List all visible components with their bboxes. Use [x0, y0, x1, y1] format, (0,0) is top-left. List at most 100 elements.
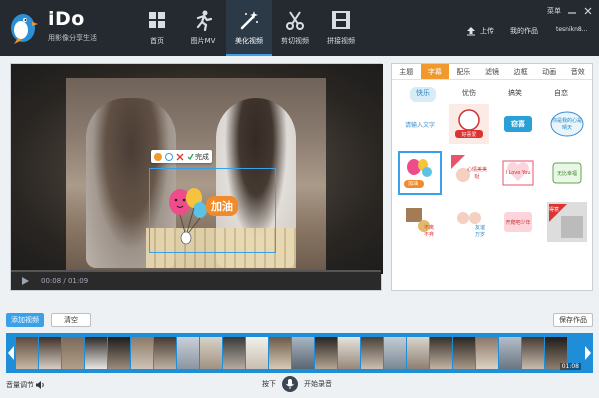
tab-sound-effect[interactable]: 音效: [563, 64, 592, 79]
play-icon[interactable]: [21, 277, 29, 285]
tab-filter[interactable]: 滤镜: [478, 64, 507, 79]
tab-theme[interactable]: 主题: [392, 64, 421, 79]
sticker-item[interactable]: 不离不弃: [400, 202, 440, 242]
subtab-sad[interactable]: 忧伤: [456, 87, 482, 102]
speaker-icon: [36, 381, 44, 389]
timeline-frame[interactable]: [177, 337, 199, 369]
timeline-frame[interactable]: [476, 337, 498, 369]
delete-icon[interactable]: [176, 153, 184, 161]
username[interactable]: tesnikn8...: [556, 26, 587, 33]
timeline-frame[interactable]: [131, 337, 153, 369]
tab-animation[interactable]: 动画: [535, 64, 564, 79]
sticker-item[interactable]: 加油: [398, 151, 442, 195]
timeline-frame[interactable]: [453, 337, 475, 369]
menu-button[interactable]: 菜单: [547, 6, 561, 16]
timeline-frame[interactable]: [361, 337, 383, 369]
effects-panel: 主题 字幕 配乐 滤镜 边框 动画 音效 快乐 忧伤 搞笑 自恋 请输入文字 好…: [391, 63, 593, 291]
subtab-narcissistic[interactable]: 自恋: [548, 87, 574, 102]
playback-time: 00:08 / 01:09: [41, 277, 89, 285]
app-tagline: 用影像分享生活: [48, 34, 97, 42]
timeline-frame[interactable]: [200, 337, 222, 369]
progress-track[interactable]: [11, 270, 381, 272]
timeline-frame[interactable]: [338, 337, 360, 369]
upload-button[interactable]: 上传: [466, 26, 494, 36]
nav-label: 剪切视频: [281, 37, 309, 45]
add-video-button[interactable]: 添加视频: [6, 313, 44, 327]
sticker-item[interactable]: 好喜爱: [449, 104, 489, 144]
sticker-label: 开爬吧少年: [505, 219, 531, 226]
timeline-frame[interactable]: [154, 337, 176, 369]
microphone-button[interactable]: [282, 376, 298, 392]
timeline[interactable]: 01:08: [6, 333, 593, 373]
sticker-text: 加油: [206, 196, 238, 216]
clear-button[interactable]: 清空: [51, 313, 91, 327]
timeline-frame[interactable]: [384, 337, 406, 369]
app-name: iDo: [48, 8, 85, 30]
my-works-link[interactable]: 我的作品: [510, 26, 538, 36]
timeline-frame[interactable]: [522, 337, 544, 369]
sticker-label: 不离不弃: [423, 225, 434, 238]
timeline-frame[interactable]: [223, 337, 245, 369]
nav-beautify-video[interactable]: 美化视频: [226, 0, 272, 56]
timeline-duration: 01:08: [559, 363, 581, 370]
timeline-frame[interactable]: [108, 337, 130, 369]
nav-label: 拼接视频: [327, 37, 355, 45]
grid-icon: [149, 12, 165, 28]
film-icon: [332, 11, 350, 29]
start-record-label: 开始录音: [304, 380, 332, 388]
tab-border[interactable]: 边框: [506, 64, 535, 79]
save-works-button[interactable]: 保存作品: [553, 313, 593, 327]
sticker-label: 请输入文字: [404, 121, 435, 129]
sticker-item[interactable]: 窃喜: [498, 104, 538, 144]
sticker-label: 好喜爱: [461, 132, 477, 138]
timeline-frame[interactable]: [269, 337, 291, 369]
tab-music[interactable]: 配乐: [449, 64, 478, 79]
timeline-frame[interactable]: [292, 337, 314, 369]
timeline-frame[interactable]: [85, 337, 107, 369]
sticker-item[interactable]: I Love You: [498, 153, 538, 193]
sticker-color-icon[interactable]: [154, 152, 162, 161]
sticker-label: 无比幸福: [557, 170, 578, 177]
timeline-frame[interactable]: [246, 337, 268, 369]
volume-control[interactable]: 音量调节: [6, 380, 45, 390]
nav-label: 美化视频: [235, 37, 263, 45]
nav-cut-video[interactable]: 剪切视频: [272, 0, 318, 56]
timeline-frame[interactable]: [430, 337, 452, 369]
sticker-item[interactable]: 无比幸福: [547, 153, 587, 193]
scroll-right-icon[interactable]: [584, 345, 592, 361]
window-controls: 菜单: [547, 6, 593, 16]
nav-label: 图片MV: [190, 37, 216, 45]
press-label: 按下: [262, 380, 276, 388]
sticker-label: 你是我的心是晴天: [552, 118, 583, 131]
sticker-item[interactable]: 开爬吧少年: [498, 202, 538, 242]
sticker-item[interactable]: 请输入文字: [400, 104, 440, 144]
clock-icon[interactable]: [165, 152, 173, 161]
timeline-frame[interactable]: [499, 337, 521, 369]
effects-tabs: 主题 字幕 配乐 滤镜 边框 动画 音效: [392, 64, 592, 80]
sticker-item[interactable]: 友谊万岁: [449, 202, 489, 242]
scroll-left-icon[interactable]: [7, 345, 15, 361]
nav-home[interactable]: 首页: [134, 0, 180, 56]
sticker-grid: 请输入文字 好喜爱 窃喜 你是我的心是晴天 加油 心情美美哒 I Love Yo…: [398, 104, 587, 242]
sticker-label: I Love You: [505, 170, 531, 176]
sticker-done-button[interactable]: 完成: [187, 152, 209, 162]
timeline-frame[interactable]: [407, 337, 429, 369]
timeline-frame[interactable]: [315, 337, 337, 369]
close-icon[interactable]: [583, 6, 593, 16]
upload-label: 上传: [480, 27, 494, 35]
sticker-art: [455, 109, 483, 138]
tab-caption[interactable]: 字幕: [420, 64, 450, 79]
subtab-happy[interactable]: 快乐: [410, 87, 436, 102]
sticker-label: 窃喜: [511, 120, 525, 128]
minimize-icon[interactable]: [567, 6, 577, 16]
nav-photo-mv[interactable]: 图片MV: [180, 0, 226, 56]
record-control: 按下 开始录音: [262, 376, 332, 392]
timeline-frame[interactable]: [62, 337, 84, 369]
nav-join-video[interactable]: 拼接视频: [318, 0, 364, 56]
sticker-item[interactable]: 得意: [547, 202, 587, 242]
subtab-funny[interactable]: 搞笑: [502, 87, 528, 102]
timeline-frame[interactable]: [39, 337, 61, 369]
sticker-item[interactable]: 你是我的心是晴天: [547, 104, 587, 144]
timeline-frame[interactable]: [16, 337, 38, 369]
sticker-item[interactable]: 心情美美哒: [449, 153, 489, 193]
